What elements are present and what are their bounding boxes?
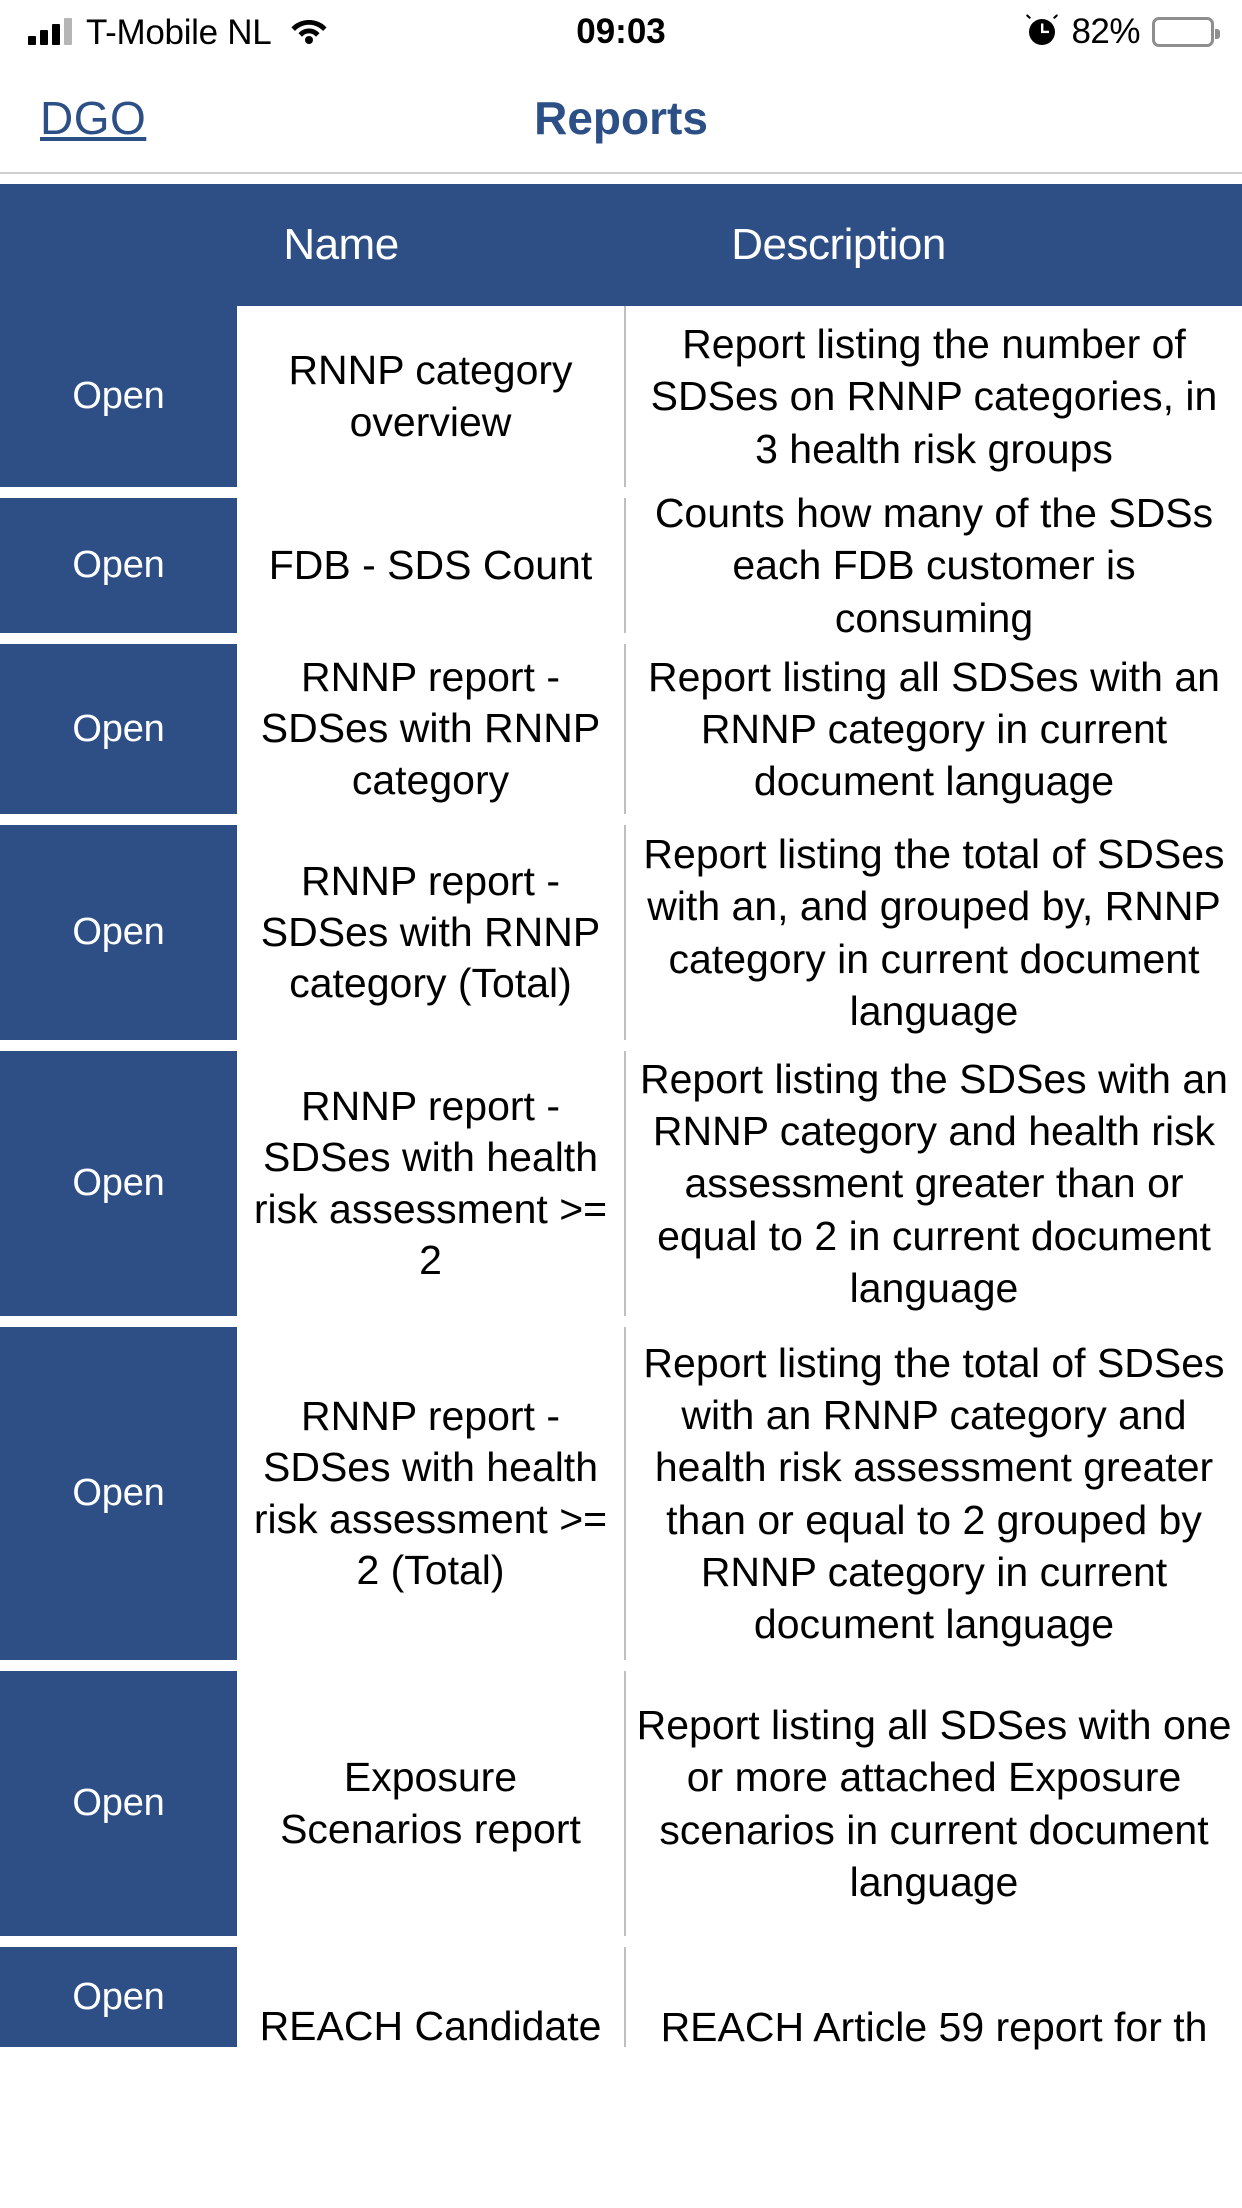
report-name: RNNP report - SDSes with health risk ass… <box>237 1327 626 1660</box>
alarm-clock-icon <box>1025 13 1059 52</box>
report-description: Report listing the total of SDSes with a… <box>643 831 1225 1034</box>
carrier-label: T-Mobile NL <box>86 12 272 52</box>
report-description: REACH Article 59 report for th <box>660 2004 1208 2050</box>
cellular-signal-icon <box>28 18 72 45</box>
table-row[interactable]: Open FDB - SDS Count Counts how many of … <box>0 490 1242 641</box>
open-button[interactable]: Open <box>0 1051 237 1316</box>
battery-percent-label: 82% <box>1071 12 1140 51</box>
report-name: RNNP report - SDSes with RNNP category <box>237 644 626 814</box>
table-row[interactable]: Open RNNP report - SDSes with RNNP categ… <box>0 825 1242 1040</box>
navigation-bar: DGO Reports <box>0 64 1242 174</box>
open-button[interactable]: Open <box>0 825 237 1040</box>
table-header-description: Description <box>731 220 946 269</box>
status-bar-left: T-Mobile NL <box>28 15 327 50</box>
status-bar-right: 82% <box>1025 12 1220 52</box>
report-description: Report listing all SDSes with one or mor… <box>636 1702 1232 1905</box>
report-description: Counts how many of the SDSs each FDB cus… <box>654 490 1214 641</box>
report-name: RNNP report - SDSes with RNNP category (… <box>237 825 626 1040</box>
open-button[interactable]: Open <box>0 498 237 633</box>
table-header-row: Name Description <box>0 184 1242 306</box>
table-row[interactable]: Open Exposure Scenarios report Report li… <box>0 1671 1242 1936</box>
open-button[interactable]: Open <box>0 306 237 487</box>
report-name: RNNP category overview <box>237 306 626 487</box>
report-description: Report listing all SDSes with an RNNP ca… <box>648 653 1220 805</box>
wifi-icon <box>291 16 327 49</box>
open-button[interactable]: Open <box>0 644 237 814</box>
table-row[interactable]: Open RNNP report - SDSes with health ris… <box>0 1327 1242 1660</box>
reports-table: Name Description Open RNNP category over… <box>0 184 1242 2050</box>
report-name: RNNP report - SDSes with health risk ass… <box>237 1051 626 1316</box>
status-bar: T-Mobile NL 09:03 82% <box>0 0 1242 64</box>
report-name: REACH Candidate <box>237 1947 626 2049</box>
table-header-name: Name <box>283 220 399 269</box>
table-row[interactable]: Open REACH Candidate REACH Article 59 re… <box>0 1947 1242 2050</box>
table-row[interactable]: Open RNNP report - SDSes with RNNP categ… <box>0 644 1242 814</box>
table-row[interactable]: Open RNNP report - SDSes with health ris… <box>0 1051 1242 1316</box>
report-description: Report listing the total of SDSes with a… <box>643 1340 1225 1647</box>
back-button-dgo[interactable]: DGO <box>40 91 146 145</box>
open-button[interactable]: Open <box>0 1947 237 2047</box>
open-button[interactable]: Open <box>0 1671 237 1936</box>
table-row[interactable]: Open RNNP category overview Report listi… <box>0 306 1242 487</box>
battery-icon <box>1152 17 1220 47</box>
open-button[interactable]: Open <box>0 1327 237 1660</box>
report-description: Report listing the SDSes with an RNNP ca… <box>640 1056 1228 1311</box>
report-name: FDB - SDS Count <box>237 498 626 633</box>
report-description: Report listing the number of SDSes on RN… <box>650 321 1218 472</box>
report-name: Exposure Scenarios report <box>237 1671 626 1936</box>
page-title: Reports <box>534 92 708 144</box>
